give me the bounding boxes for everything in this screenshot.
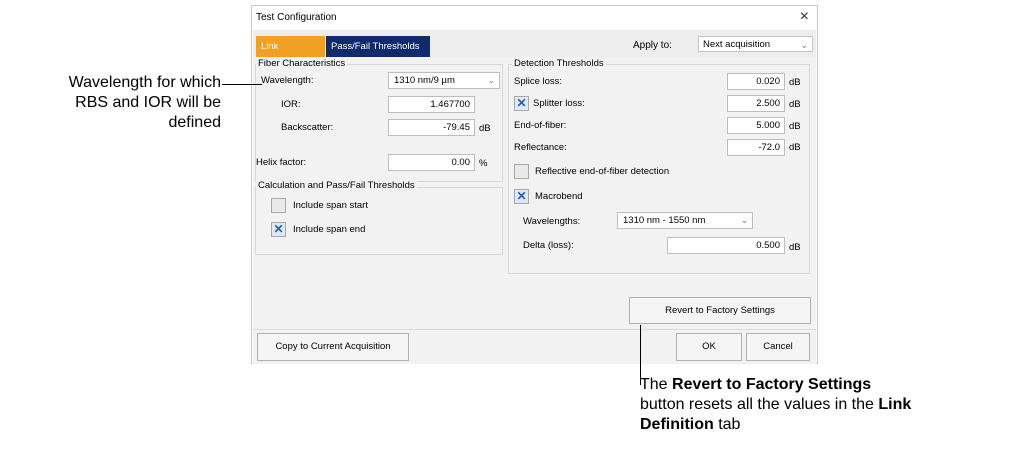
annotation-line: button resets all the values in the Link xyxy=(640,396,912,413)
end-of-fiber-unit: dB xyxy=(789,121,801,132)
helix-factor-label: Helix factor: xyxy=(256,157,307,168)
macrobend-checkbox[interactable]: ✕ xyxy=(514,189,529,204)
splice-loss-field[interactable]: 0.020 xyxy=(727,73,785,90)
tab-strip: Link Definition Pass/Fail Thresholds App… xyxy=(253,30,816,73)
copy-to-current-acquisition-button[interactable]: Copy to Current Acquisition xyxy=(257,333,409,361)
close-icon[interactable]: × xyxy=(800,8,809,26)
include-span-end-checkbox[interactable]: ✕ xyxy=(271,222,286,237)
end-of-fiber-label: End-of-fiber: xyxy=(514,120,567,131)
chevron-down-icon: ⌄ xyxy=(800,40,808,50)
apply-to-value: Next acquisition xyxy=(703,39,771,50)
check-icon: ✕ xyxy=(273,222,284,236)
helix-factor-field[interactable]: 0.00 xyxy=(388,154,475,171)
reflectance-field[interactable]: -72.0 xyxy=(727,139,785,156)
annotation-line: Definition tab xyxy=(640,416,741,433)
wavelengths-label: Wavelengths: xyxy=(523,216,581,227)
splitter-loss-field[interactable]: 2.500 xyxy=(727,95,785,112)
chevron-down-icon: ⌄ xyxy=(740,215,748,225)
delta-loss-label: Delta (loss): xyxy=(523,240,574,251)
check-icon: ✕ xyxy=(516,96,527,110)
ior-label: IOR: xyxy=(281,99,301,110)
reflective-eof-label: Reflective end-of-fiber detection xyxy=(535,166,670,177)
helix-factor-unit: % xyxy=(479,158,488,169)
include-span-start-label: Include span start xyxy=(293,200,368,211)
detection-thresholds-title: Detection Thresholds xyxy=(512,58,606,69)
ior-field[interactable]: 1.467700 xyxy=(388,96,475,113)
wavelength-callout-line xyxy=(222,84,262,85)
backscatter-unit: dB xyxy=(479,123,491,134)
tab-link-definition[interactable]: Link Definition xyxy=(256,36,325,73)
test-configuration-dialog: Test Configuration × Link Definition Pas… xyxy=(251,5,818,364)
revert-annotation: The Revert to Factory Settings button re… xyxy=(640,375,911,435)
splice-loss-label: Splice loss: xyxy=(514,76,563,87)
chevron-down-icon: ⌄ xyxy=(487,75,495,85)
backscatter-label: Backscatter: xyxy=(281,122,334,133)
wavelengths-value: 1310 nm - 1550 nm xyxy=(623,215,706,226)
splitter-loss-checkbox[interactable]: ✕ xyxy=(514,96,529,111)
reflectance-label: Reflectance: xyxy=(514,142,567,153)
annotation-line: The Revert to Factory Settings xyxy=(640,376,872,393)
splice-loss-unit: dB xyxy=(789,77,801,88)
link-definition-panel: Fiber Characteristics Wavelength: 1310 n… xyxy=(253,57,816,329)
wavelengths-select[interactable]: 1310 nm - 1550 nm ⌄ xyxy=(617,212,753,229)
wavelength-label: Wavelength: xyxy=(261,75,314,86)
include-span-start-checkbox[interactable] xyxy=(271,198,286,213)
splitter-loss-unit: dB xyxy=(789,99,801,110)
tab-pass-fail-thresholds[interactable]: Pass/Fail Thresholds xyxy=(326,36,430,57)
cancel-button[interactable]: Cancel xyxy=(746,333,810,361)
annotation-line: RBS and IOR will be xyxy=(75,94,221,111)
revert-to-factory-settings-button[interactable]: Revert to Factory Settings xyxy=(629,297,811,324)
annotation-line: Wavelength for which xyxy=(68,74,221,91)
dialog-title: Test Configuration xyxy=(256,12,337,23)
wavelength-annotation: Wavelength for which RBS and IOR will be… xyxy=(69,73,221,133)
apply-to-label: Apply to: xyxy=(633,40,672,51)
wavelength-select[interactable]: 1310 nm/9 µm ⌄ xyxy=(388,72,500,89)
apply-to-select[interactable]: Next acquisition ⌄ xyxy=(698,36,813,52)
calculation-title: Calculation and Pass/Fail Thresholds xyxy=(256,180,417,191)
include-span-end-label: Include span end xyxy=(293,224,366,235)
macrobend-label: Macrobend xyxy=(535,191,583,202)
calculation-group xyxy=(255,187,503,255)
backscatter-field[interactable]: -79.45 xyxy=(388,119,475,136)
end-of-fiber-field[interactable]: 5.000 xyxy=(727,117,785,134)
ok-button[interactable]: OK xyxy=(676,333,742,361)
delta-loss-field[interactable]: 0.500 xyxy=(667,237,785,254)
dialog-footer: Copy to Current Acquisition OK Cancel xyxy=(253,329,816,364)
splitter-loss-label: Splitter loss: xyxy=(533,98,585,109)
annotation-line: defined xyxy=(168,114,222,131)
title-bar: Test Configuration × xyxy=(252,6,817,30)
fiber-characteristics-title: Fiber Characteristics xyxy=(256,58,348,69)
wavelength-value: 1310 nm/9 µm xyxy=(394,75,455,86)
reflective-eof-checkbox[interactable] xyxy=(514,164,529,179)
check-icon: ✕ xyxy=(516,189,527,203)
delta-loss-unit: dB xyxy=(789,242,801,253)
reflectance-unit: dB xyxy=(789,142,801,153)
